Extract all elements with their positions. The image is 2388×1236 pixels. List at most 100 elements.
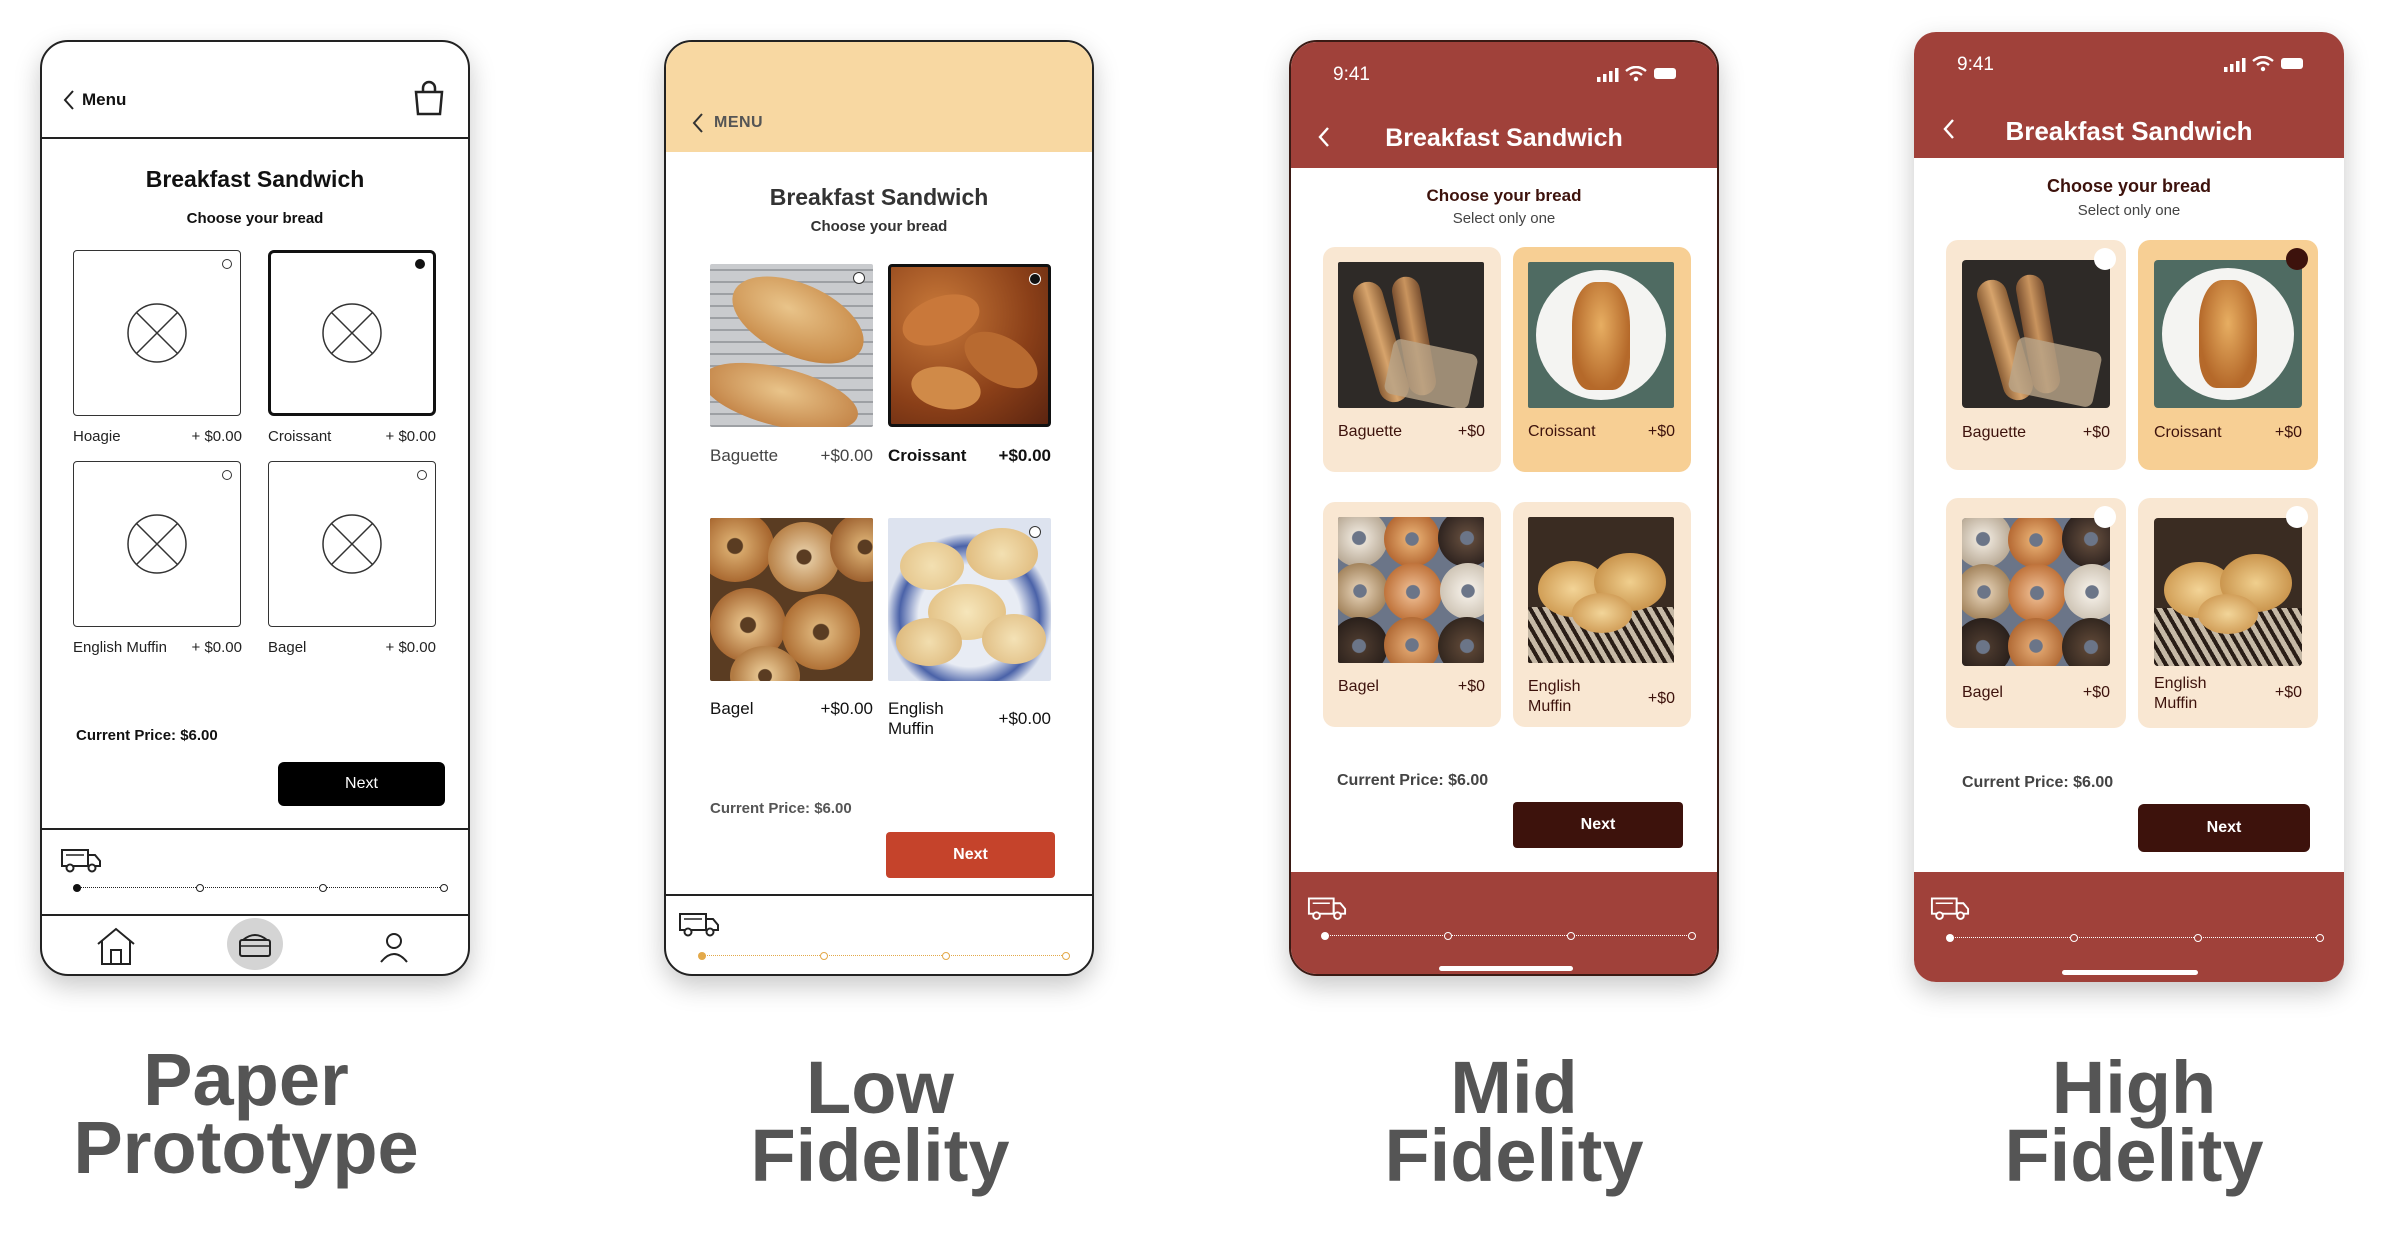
- progress-step: [1688, 932, 1696, 940]
- radio-button-selected[interactable]: [1029, 273, 1041, 285]
- option-card-croissant[interactable]: Croissant +$0: [1513, 247, 1691, 472]
- page-subtitle: Choose your bread: [2046, 176, 2212, 196]
- caption-line: Low: [806, 1046, 954, 1129]
- option-name: Bagel: [268, 639, 307, 656]
- option-photo-baguette: [1962, 260, 2110, 408]
- status-time: 9:41: [1957, 54, 1994, 75]
- option-card-english-muffin[interactable]: [73, 461, 241, 627]
- radio-button[interactable]: [222, 259, 232, 269]
- current-price: Current Price: $6.00: [710, 800, 852, 817]
- option-name: English Muffin: [73, 639, 167, 656]
- next-button[interactable]: Next: [278, 762, 445, 806]
- option-name: Bagel: [1962, 684, 2003, 701]
- caption-mid-fidelity: Mid Fidelity: [1264, 1051, 1764, 1193]
- progress-step: [820, 952, 828, 960]
- progress-step: [2194, 934, 2202, 942]
- option-card-baguette[interactable]: Baguette +$0: [1946, 240, 2126, 470]
- radio-button[interactable]: [1029, 526, 1041, 538]
- progress-step: [942, 952, 950, 960]
- progress-step: [196, 884, 204, 892]
- option-name: Croissant: [268, 428, 332, 445]
- profile-icon[interactable]: [377, 930, 411, 964]
- option-name: Baguette: [710, 446, 779, 465]
- option-price: + $0.00: [191, 428, 242, 445]
- radio-button[interactable]: [2094, 506, 2116, 528]
- caption-paper-prototype: Paper Prototype: [0, 1043, 496, 1189]
- option-name: English Muffin: [1528, 678, 1581, 715]
- progress-step: [2070, 934, 2078, 942]
- option-card-english-muffin[interactable]: English Muffin +$0: [1513, 502, 1691, 727]
- paper-prototype-screen: Menu Breakfast Sandwich Choose your brea…: [40, 40, 470, 976]
- caption-line: Prototype: [73, 1106, 419, 1189]
- option-card-croissant[interactable]: Croissant +$0: [2138, 240, 2318, 470]
- option-photo-english-muffin[interactable]: [888, 518, 1051, 681]
- caption-high-fidelity: High Fidelity: [1884, 1051, 2384, 1193]
- option-photo-baguette: [1338, 262, 1484, 408]
- option-card-bagel[interactable]: Bagel +$0: [1946, 498, 2126, 728]
- header-bar: [666, 42, 1092, 152]
- page-title: Breakfast Sandwich: [1385, 124, 1623, 152]
- option-name: Bagel: [710, 699, 754, 718]
- option-price: + $0.00: [385, 639, 436, 656]
- radio-button-selected[interactable]: [415, 259, 425, 269]
- order-progress-track: [702, 955, 1064, 956]
- page-subtitle: Choose your bread: [810, 218, 948, 235]
- back-label: MENU: [714, 114, 764, 131]
- back-button[interactable]: Menu: [62, 88, 126, 112]
- option-name: Bagel: [1338, 678, 1379, 695]
- option-photo-bagel: [1338, 517, 1484, 663]
- option-photo-english-muffin: [1528, 517, 1674, 663]
- selection-hint: Select only one: [1452, 210, 1556, 227]
- option-card-english-muffin[interactable]: English Muffin +$0: [2138, 498, 2318, 728]
- option-price: +$0.00: [998, 709, 1051, 728]
- option-name: Croissant: [888, 446, 967, 465]
- home-indicator: [2062, 970, 2198, 975]
- wifi-icon: [2252, 56, 2274, 72]
- current-price: Current Price: $6.00: [1337, 772, 1489, 789]
- option-card-hoagie[interactable]: [73, 250, 241, 416]
- progress-step: [319, 884, 327, 892]
- next-button[interactable]: Next: [1513, 802, 1683, 848]
- option-photo-baguette[interactable]: [710, 264, 873, 427]
- mid-fidelity-screen: 9:41 Breakfast Sandwich Choose your brea…: [1289, 40, 1719, 976]
- option-price: +$0: [1457, 678, 1485, 695]
- option-card-bagel[interactable]: [268, 461, 436, 627]
- order-progress-track: [76, 887, 446, 888]
- option-name: Baguette: [1962, 424, 2027, 441]
- progress-step-active: [698, 952, 706, 960]
- progress-step-active: [73, 884, 81, 892]
- page-subtitle: Choose your bread: [1426, 186, 1582, 205]
- radio-button[interactable]: [2094, 248, 2116, 270]
- radio-button[interactable]: [2286, 506, 2308, 528]
- progress-step-active: [1321, 932, 1329, 940]
- option-photo-bagel[interactable]: [710, 518, 873, 681]
- home-icon[interactable]: [94, 924, 138, 968]
- back-button[interactable]: MENU: [692, 112, 763, 134]
- next-button[interactable]: Next: [886, 832, 1055, 878]
- status-time: 9:41: [1333, 64, 1370, 85]
- low-fidelity-screen: MENU Breakfast Sandwich Choose your brea…: [664, 40, 1094, 976]
- option-card-baguette[interactable]: Baguette +$0: [1323, 247, 1501, 472]
- caption-line: Fidelity: [750, 1114, 1010, 1197]
- radio-button-selected[interactable]: [2286, 248, 2308, 270]
- battery-icon: [2281, 58, 2303, 69]
- radio-button[interactable]: [853, 272, 865, 284]
- option-price: + $0.00: [385, 428, 436, 445]
- option-name: Croissant: [1528, 423, 1596, 440]
- caption-low-fidelity: Low Fidelity: [630, 1046, 1130, 1197]
- shopping-bag-icon[interactable]: [412, 80, 446, 116]
- next-button[interactable]: Next: [2138, 804, 2310, 852]
- order-progress-track: [1325, 935, 1695, 936]
- progress-divider: [42, 828, 468, 830]
- radio-button[interactable]: [417, 470, 427, 480]
- food-truck-icon: [1307, 897, 1347, 920]
- option-photo-croissant[interactable]: [888, 264, 1051, 427]
- option-card-bagel[interactable]: Bagel +$0: [1323, 502, 1501, 727]
- option-name: Baguette: [1338, 423, 1403, 440]
- radio-button[interactable]: [222, 470, 232, 480]
- option-card-croissant[interactable]: [268, 250, 436, 416]
- option-price: +$0.00: [820, 446, 873, 465]
- option-price: +$0: [1457, 423, 1485, 440]
- order-tab-button[interactable]: [227, 918, 283, 970]
- food-truck-icon: [1930, 897, 1970, 920]
